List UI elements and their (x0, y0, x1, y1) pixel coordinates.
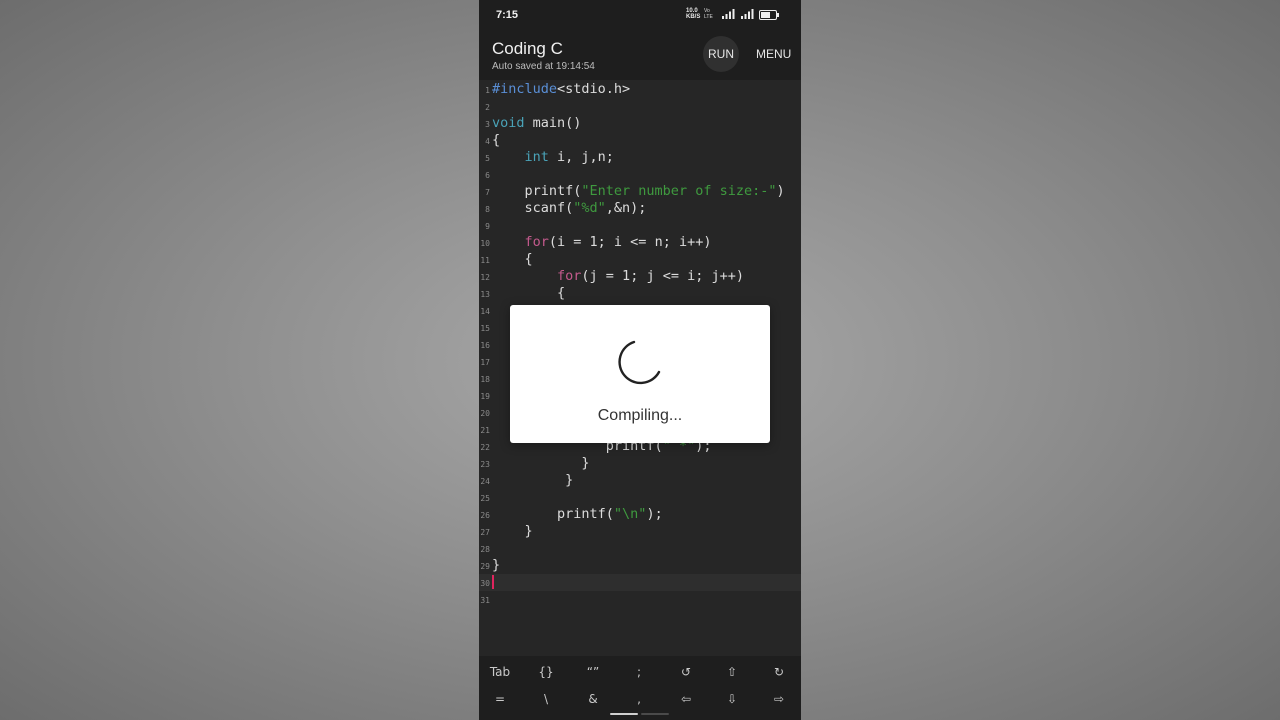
autosave-status: Auto saved at 19:14:54 (492, 61, 595, 72)
arrow-down-icon[interactable]: ⇩ (712, 692, 752, 706)
app-title: Coding C (492, 39, 563, 58)
run-button[interactable]: RUN (703, 36, 739, 72)
code-line: 7 printf("Enter number of size:-") (485, 183, 785, 199)
status-bar: 7:15 10.0 KB/S Vo LTE (479, 0, 801, 30)
code-line: 1 #include<stdio.h> (485, 81, 631, 97)
dialog-message: Compiling... (597, 407, 683, 424)
redo-icon[interactable]: ↻ (759, 665, 799, 679)
code-line: 2 (485, 103, 490, 112)
network-speed: 10.0 KB/S (686, 8, 701, 20)
code-line: 6 (485, 171, 490, 180)
arrow-left-icon[interactable]: ⇦ (666, 692, 706, 706)
code-line: 25 (480, 494, 490, 503)
menu-button[interactable]: MENU (756, 47, 791, 61)
key-comma[interactable]: , (619, 692, 659, 706)
code-line: 12 for(j = 1; j <= i; j++) (480, 268, 744, 284)
signal-icon (722, 9, 735, 19)
code-line: 5 int i, j,n; (485, 149, 614, 165)
loading-spinner-icon (618, 340, 661, 385)
code-line: 3 void main() (485, 115, 582, 131)
code-line: 9 (485, 222, 490, 231)
volte-indicator: Vo LTE (704, 8, 713, 20)
key-tab[interactable]: Tab (480, 665, 520, 679)
code-line: 10 for(i = 1; i <= n; i++) (480, 234, 712, 250)
key-equals[interactable]: = (480, 692, 520, 706)
battery-tip (777, 13, 779, 17)
key-backslash[interactable]: \ (526, 692, 566, 706)
app-bar: Coding C Auto saved at 19:14:54 RUN MENU (479, 30, 801, 80)
code-line: 11 { (480, 251, 533, 267)
code-line: 4{ (485, 132, 501, 148)
code-line: 13 { (480, 285, 566, 301)
key-ampersand[interactable]: & (573, 692, 613, 706)
arrow-up-icon[interactable]: ⇧ (712, 665, 752, 679)
code-line: 23 } (480, 455, 590, 471)
undo-icon[interactable]: ↺ (666, 665, 706, 679)
symbol-keyboard-bar: Tab {} “” ; ↺ ⇧ ↻ = \ & , ⇦ ⇩ ⇨ (479, 656, 801, 720)
current-code-line[interactable]: 30 (479, 574, 801, 591)
code-line: 28 (480, 545, 490, 554)
code-line: 27 } (480, 523, 533, 539)
compiling-dialog: Compiling... (510, 305, 770, 443)
code-line: 8 scanf("%d",&n); (485, 200, 647, 216)
code-line: 24 } (480, 472, 574, 488)
battery-icon (759, 10, 777, 20)
text-cursor (492, 575, 494, 589)
key-braces[interactable]: {} (526, 665, 566, 679)
key-quotes[interactable]: “” (573, 665, 613, 679)
code-line: 29} (480, 557, 501, 573)
gesture-bar[interactable] (610, 713, 638, 715)
gesture-bar-secondary (641, 713, 669, 715)
code-line: 31 (480, 596, 490, 605)
arrow-right-icon[interactable]: ⇨ (759, 692, 799, 706)
key-semicolon[interactable]: ; (619, 665, 659, 679)
status-time: 7:15 (496, 9, 519, 21)
signal-icon (741, 9, 754, 19)
code-line: 26 printf("\n"); (480, 506, 663, 522)
